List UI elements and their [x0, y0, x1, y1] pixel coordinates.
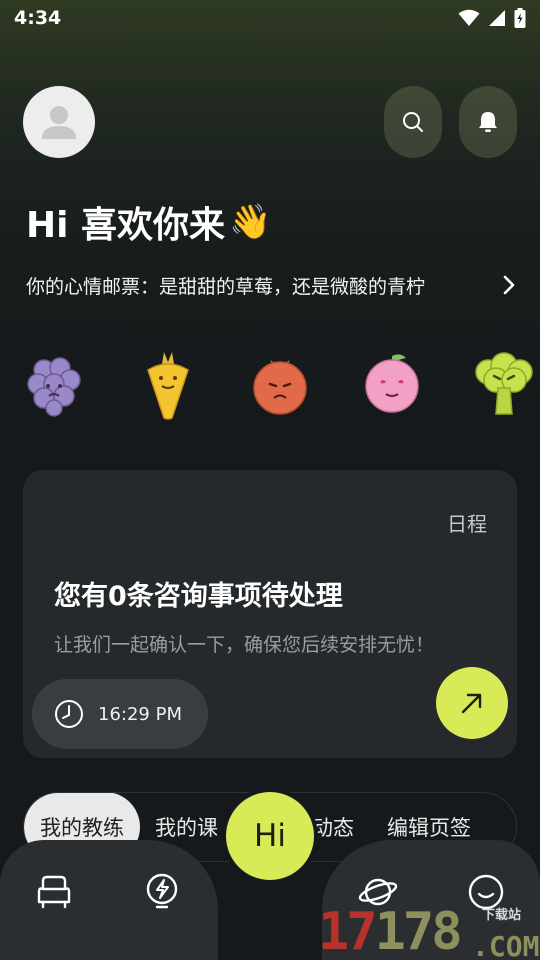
waving-hand-icon: 👋 [229, 202, 272, 242]
tomato-mood-icon[interactable] [244, 348, 316, 420]
mood-stamp-row [20, 348, 540, 420]
lightning-bulb-icon[interactable] [142, 872, 182, 912]
bottom-nav-left [0, 840, 218, 960]
hi-center-button[interactable]: Hi [226, 792, 314, 880]
greeting: Hi 喜欢你来 👋 [26, 196, 271, 248]
battery-icon [514, 8, 526, 28]
wifi-icon [458, 9, 480, 26]
broccoli-mood-icon[interactable] [468, 348, 540, 420]
search-icon [403, 112, 423, 132]
status-bar: 4:34 [0, 0, 540, 36]
card-tag: 日程 [447, 512, 487, 536]
watermark-domain: .COM [472, 930, 540, 960]
carrot-mood-icon[interactable] [132, 348, 204, 420]
clock-icon [55, 700, 83, 728]
chevron-right-icon[interactable] [502, 274, 516, 296]
notification-button[interactable] [459, 86, 517, 158]
time-text: 16:29 PM [98, 703, 182, 725]
open-card-button[interactable] [436, 667, 508, 739]
card-title: 您有0条咨询事项待处理 [54, 581, 343, 612]
status-icons [458, 8, 526, 28]
watermark-number: 17178 [318, 902, 463, 960]
schedule-card[interactable]: 日程 您有0条咨询事项待处理 让我们一起确认一下，确保您后续安排无忧！ 16:2… [23, 470, 517, 758]
search-button[interactable] [384, 86, 442, 158]
arrow-up-right-icon [461, 693, 482, 714]
avatar[interactable] [23, 86, 95, 158]
user-icon [42, 106, 76, 139]
greeting-text: Hi 喜欢你来 [26, 205, 226, 246]
card-subtitle: 让我们一起确认一下，确保您后续安排无忧！ [54, 634, 435, 656]
grape-mood-icon[interactable] [20, 348, 92, 420]
watermark-caption: 下载站 [482, 908, 522, 923]
bell-icon [479, 112, 497, 132]
mood-prompt-row[interactable]: 你的心情邮票：是甜甜的草莓，还是微酸的青柠 [26, 268, 516, 302]
watermark: 17178 下载站 .COM [316, 900, 540, 960]
armchair-icon[interactable] [34, 872, 74, 912]
time-pill[interactable]: 16:29 PM [32, 679, 208, 749]
mood-prompt-text: 你的心情邮票：是甜甜的草莓，还是微酸的青柠 [26, 275, 426, 298]
signal-icon [489, 10, 505, 26]
status-time: 4:34 [14, 7, 62, 29]
peach-mood-icon[interactable] [356, 348, 428, 420]
